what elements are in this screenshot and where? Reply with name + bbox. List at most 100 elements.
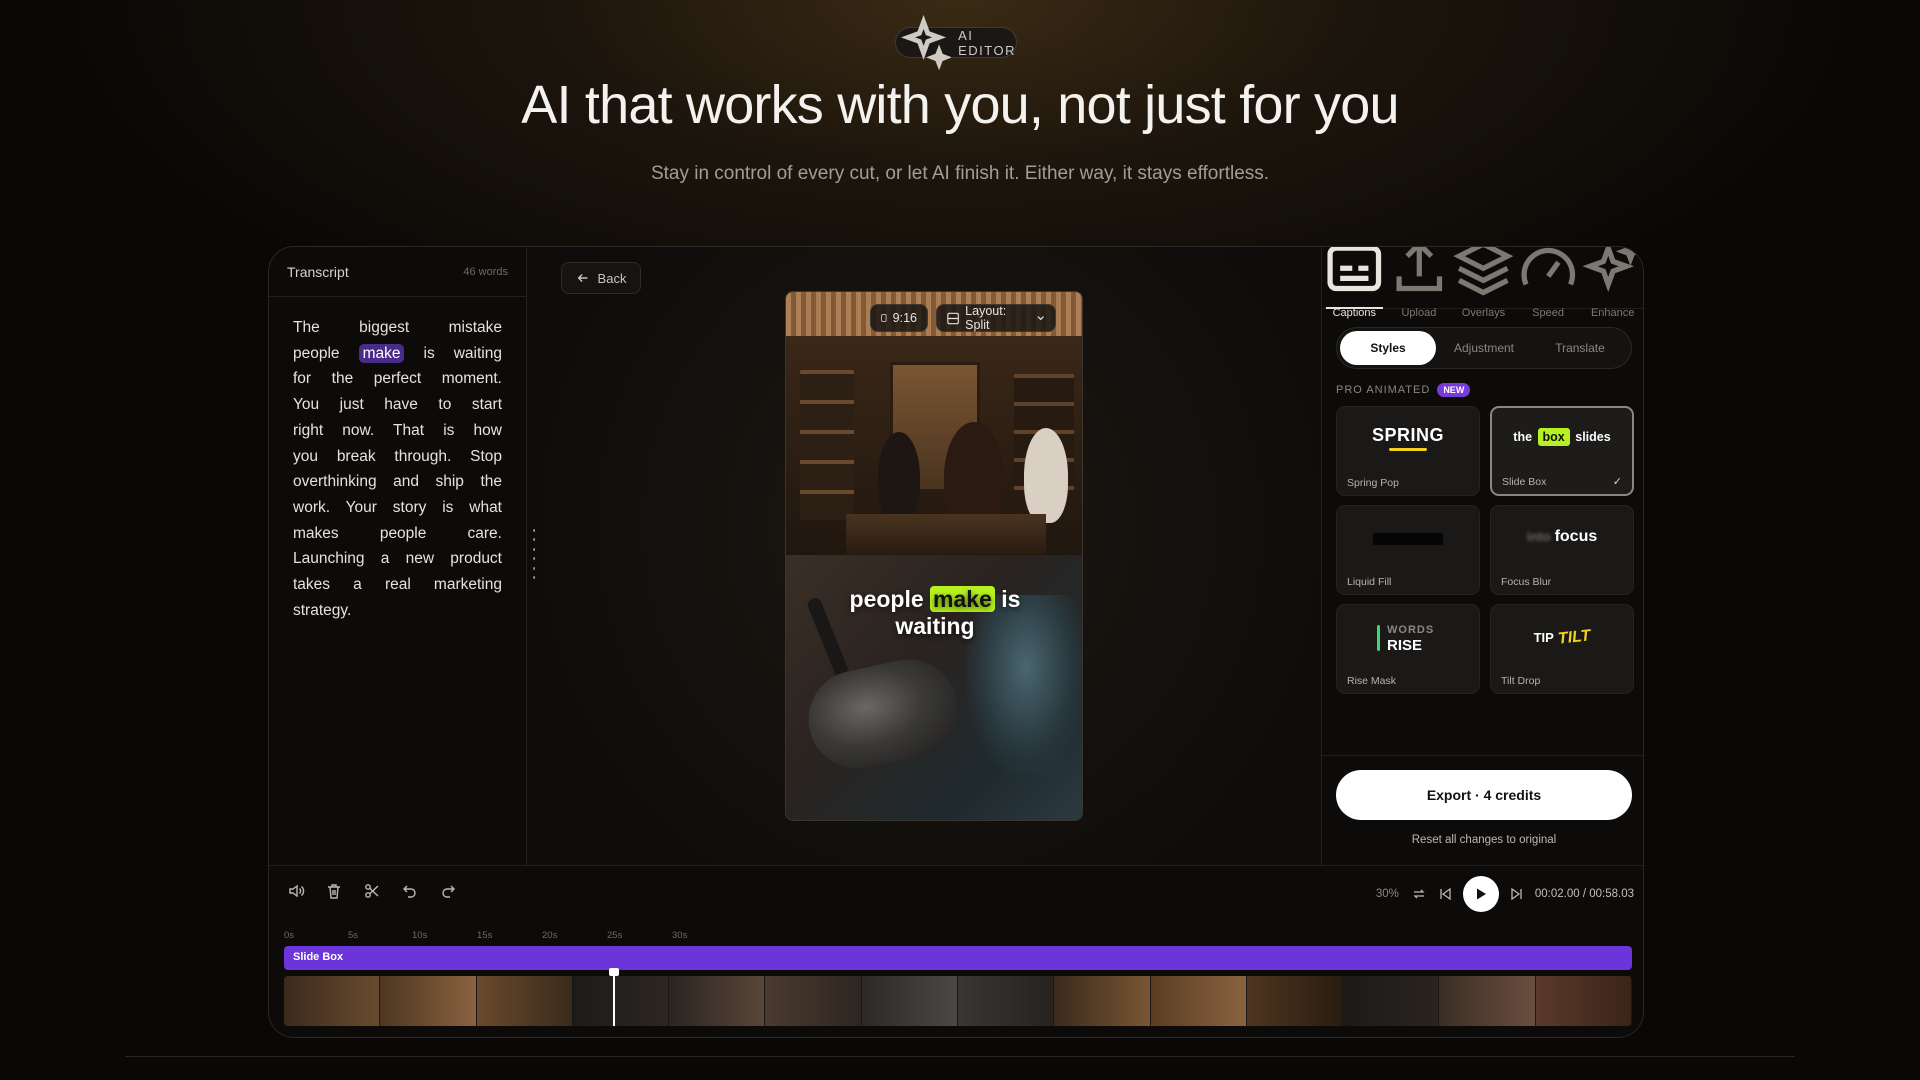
style-name: Slide Box [1502, 476, 1547, 488]
aspect-ratio-button[interactable]: 9:16 [870, 304, 928, 332]
chevron-down-icon [1036, 313, 1045, 323]
preview-text: WORDS [1387, 624, 1435, 636]
preview-text: RISE [1387, 637, 1423, 654]
check-icon: ✓ [1612, 476, 1622, 488]
style-name: Spring Pop [1347, 477, 1399, 489]
back-label: Back [597, 270, 627, 286]
panel-tabs: Captions Upload Overlays Speed Enhance [1322, 247, 1643, 319]
tab-label: Overlays [1461, 306, 1506, 319]
editor-window: Transcript 46 words The biggest mistake … [268, 246, 1644, 1038]
style-preview: WORDS RISE [1337, 623, 1479, 653]
preview-text: TIP [1533, 630, 1554, 645]
transcript-header: Transcript 46 words [269, 247, 526, 297]
style-preview: the box slides [1492, 428, 1632, 446]
edit-controls [287, 882, 457, 900]
sparkle-icon [896, 14, 952, 71]
tab-label: Upload [1401, 306, 1437, 319]
hero-title: AI that works with you, not just for you [521, 75, 1399, 135]
play-button[interactable] [1462, 876, 1499, 912]
reset-changes-link[interactable]: Reset all changes to original [1322, 834, 1643, 846]
undo-icon[interactable] [401, 882, 419, 900]
time-display: 00:02.00 / 00:58.03 [1534, 888, 1634, 900]
trash-icon[interactable] [325, 882, 343, 900]
phone-icon [881, 311, 887, 325]
playback-controls: 30% 00:02.00 / 00:58.03 [1376, 876, 1634, 912]
ruler-tick: 30s [672, 930, 688, 941]
section-label: PRO ANIMATED [1336, 384, 1431, 396]
style-preview [1337, 532, 1479, 550]
video-preview[interactable]: people make is waiting 9:16 Layout: Spli… [785, 291, 1083, 821]
arrow-left-icon [576, 271, 590, 285]
style-card-tilt-drop[interactable]: TIP TILT Tilt Drop [1490, 604, 1634, 694]
skip-back-icon[interactable] [1437, 886, 1453, 902]
transcript-text[interactable]: The biggest mistake people make is waiti… [269, 297, 526, 623]
sparkle-icon [1580, 247, 1643, 301]
segment-styles[interactable]: Styles [1340, 331, 1436, 365]
playhead[interactable] [609, 968, 619, 1026]
zoom-level[interactable]: 30% [1376, 888, 1399, 900]
caption-word: waiting [895, 613, 975, 639]
style-card-spring-pop[interactable]: SPRING Spring Pop [1336, 406, 1480, 496]
tab-overlays[interactable]: Overlays [1451, 247, 1516, 319]
caption-track[interactable]: Slide Box [284, 946, 1632, 970]
volume-icon[interactable] [287, 882, 305, 900]
scissors-icon[interactable] [363, 882, 381, 900]
transcript-highlight-word[interactable]: make [358, 343, 405, 363]
ruler-tick: 20s [542, 930, 558, 941]
captions-icon [1322, 247, 1387, 301]
time-ruler: 0s 5s 10s 15s 20s 25s 30s [284, 930, 1624, 944]
tab-label: Captions [1332, 306, 1376, 319]
caption-word: is [1001, 586, 1021, 612]
layout-dropdown[interactable]: Layout: Split [936, 304, 1056, 332]
loop-icon[interactable] [1411, 886, 1427, 902]
transcript-panel: Transcript 46 words The biggest mistake … [269, 247, 527, 865]
tab-label: Speed [1532, 306, 1564, 319]
hero-subtitle: Stay in control of every cut, or let AI … [650, 163, 1270, 184]
ruler-tick: 5s [348, 930, 359, 941]
skip-forward-icon[interactable] [1509, 886, 1525, 902]
segment-adjustment[interactable]: Adjustment [1436, 331, 1532, 365]
export-button[interactable]: Export · 4 credits [1336, 770, 1632, 820]
section-heading: PRO ANIMATED NEW [1336, 383, 1471, 397]
aspect-ratio-label: 9:16 [892, 311, 917, 325]
tab-enhance[interactable]: Enhance [1580, 247, 1643, 319]
preview-text: focus [1554, 528, 1598, 545]
speed-icon [1516, 247, 1581, 301]
preview-text: slides [1575, 430, 1611, 444]
style-name: Liquid Fill [1347, 576, 1392, 588]
tab-upload[interactable]: Upload [1387, 247, 1452, 319]
style-panel: Captions Upload Overlays Speed Enhance S… [1321, 247, 1643, 865]
style-card-rise-mask[interactable]: WORDS RISE Rise Mask [1336, 604, 1480, 694]
section-divider [125, 1056, 1795, 1057]
tab-captions[interactable]: Captions [1322, 247, 1387, 319]
segment-translate[interactable]: Translate [1532, 331, 1628, 365]
style-mode-toggle: Styles Adjustment Translate [1336, 327, 1632, 369]
tab-label: Enhance [1590, 306, 1635, 319]
play-icon [1474, 887, 1488, 901]
style-name: Tilt Drop [1501, 675, 1541, 687]
preview-text: into [1526, 529, 1551, 544]
preview-text: TILT [1556, 627, 1592, 648]
style-card-slide-box[interactable]: the box slides Slide Box ✓ [1490, 406, 1634, 496]
style-preview: SPRING [1337, 425, 1479, 451]
track-label: Slide Box [293, 951, 344, 963]
caption-word: people [849, 586, 924, 612]
preview-area: Back people make is waiting 9:16 Layout:… [535, 247, 1325, 865]
preview-text: SPRING [1371, 425, 1444, 445]
transcript-title: Transcript [287, 263, 349, 280]
layout-label: Layout: Split [965, 304, 1007, 332]
style-card-focus-blur[interactable]: into focus Focus Blur [1490, 505, 1634, 595]
tab-speed[interactable]: Speed [1516, 247, 1581, 319]
word-count: 46 words [463, 265, 508, 278]
style-name: Focus Blur [1501, 576, 1552, 588]
redo-icon[interactable] [439, 882, 457, 900]
badge-label: AI EDITOR [958, 27, 1017, 58]
preview-text: box [1537, 428, 1570, 446]
style-card-liquid-fill[interactable]: Liquid Fill [1336, 505, 1480, 595]
back-button[interactable]: Back [561, 262, 641, 294]
new-badge: NEW [1437, 383, 1471, 397]
video-filmstrip[interactable] [284, 976, 1632, 1026]
ruler-tick: 0s [284, 930, 295, 941]
ruler-tick: 25s [607, 930, 623, 941]
layout-icon [947, 312, 959, 325]
